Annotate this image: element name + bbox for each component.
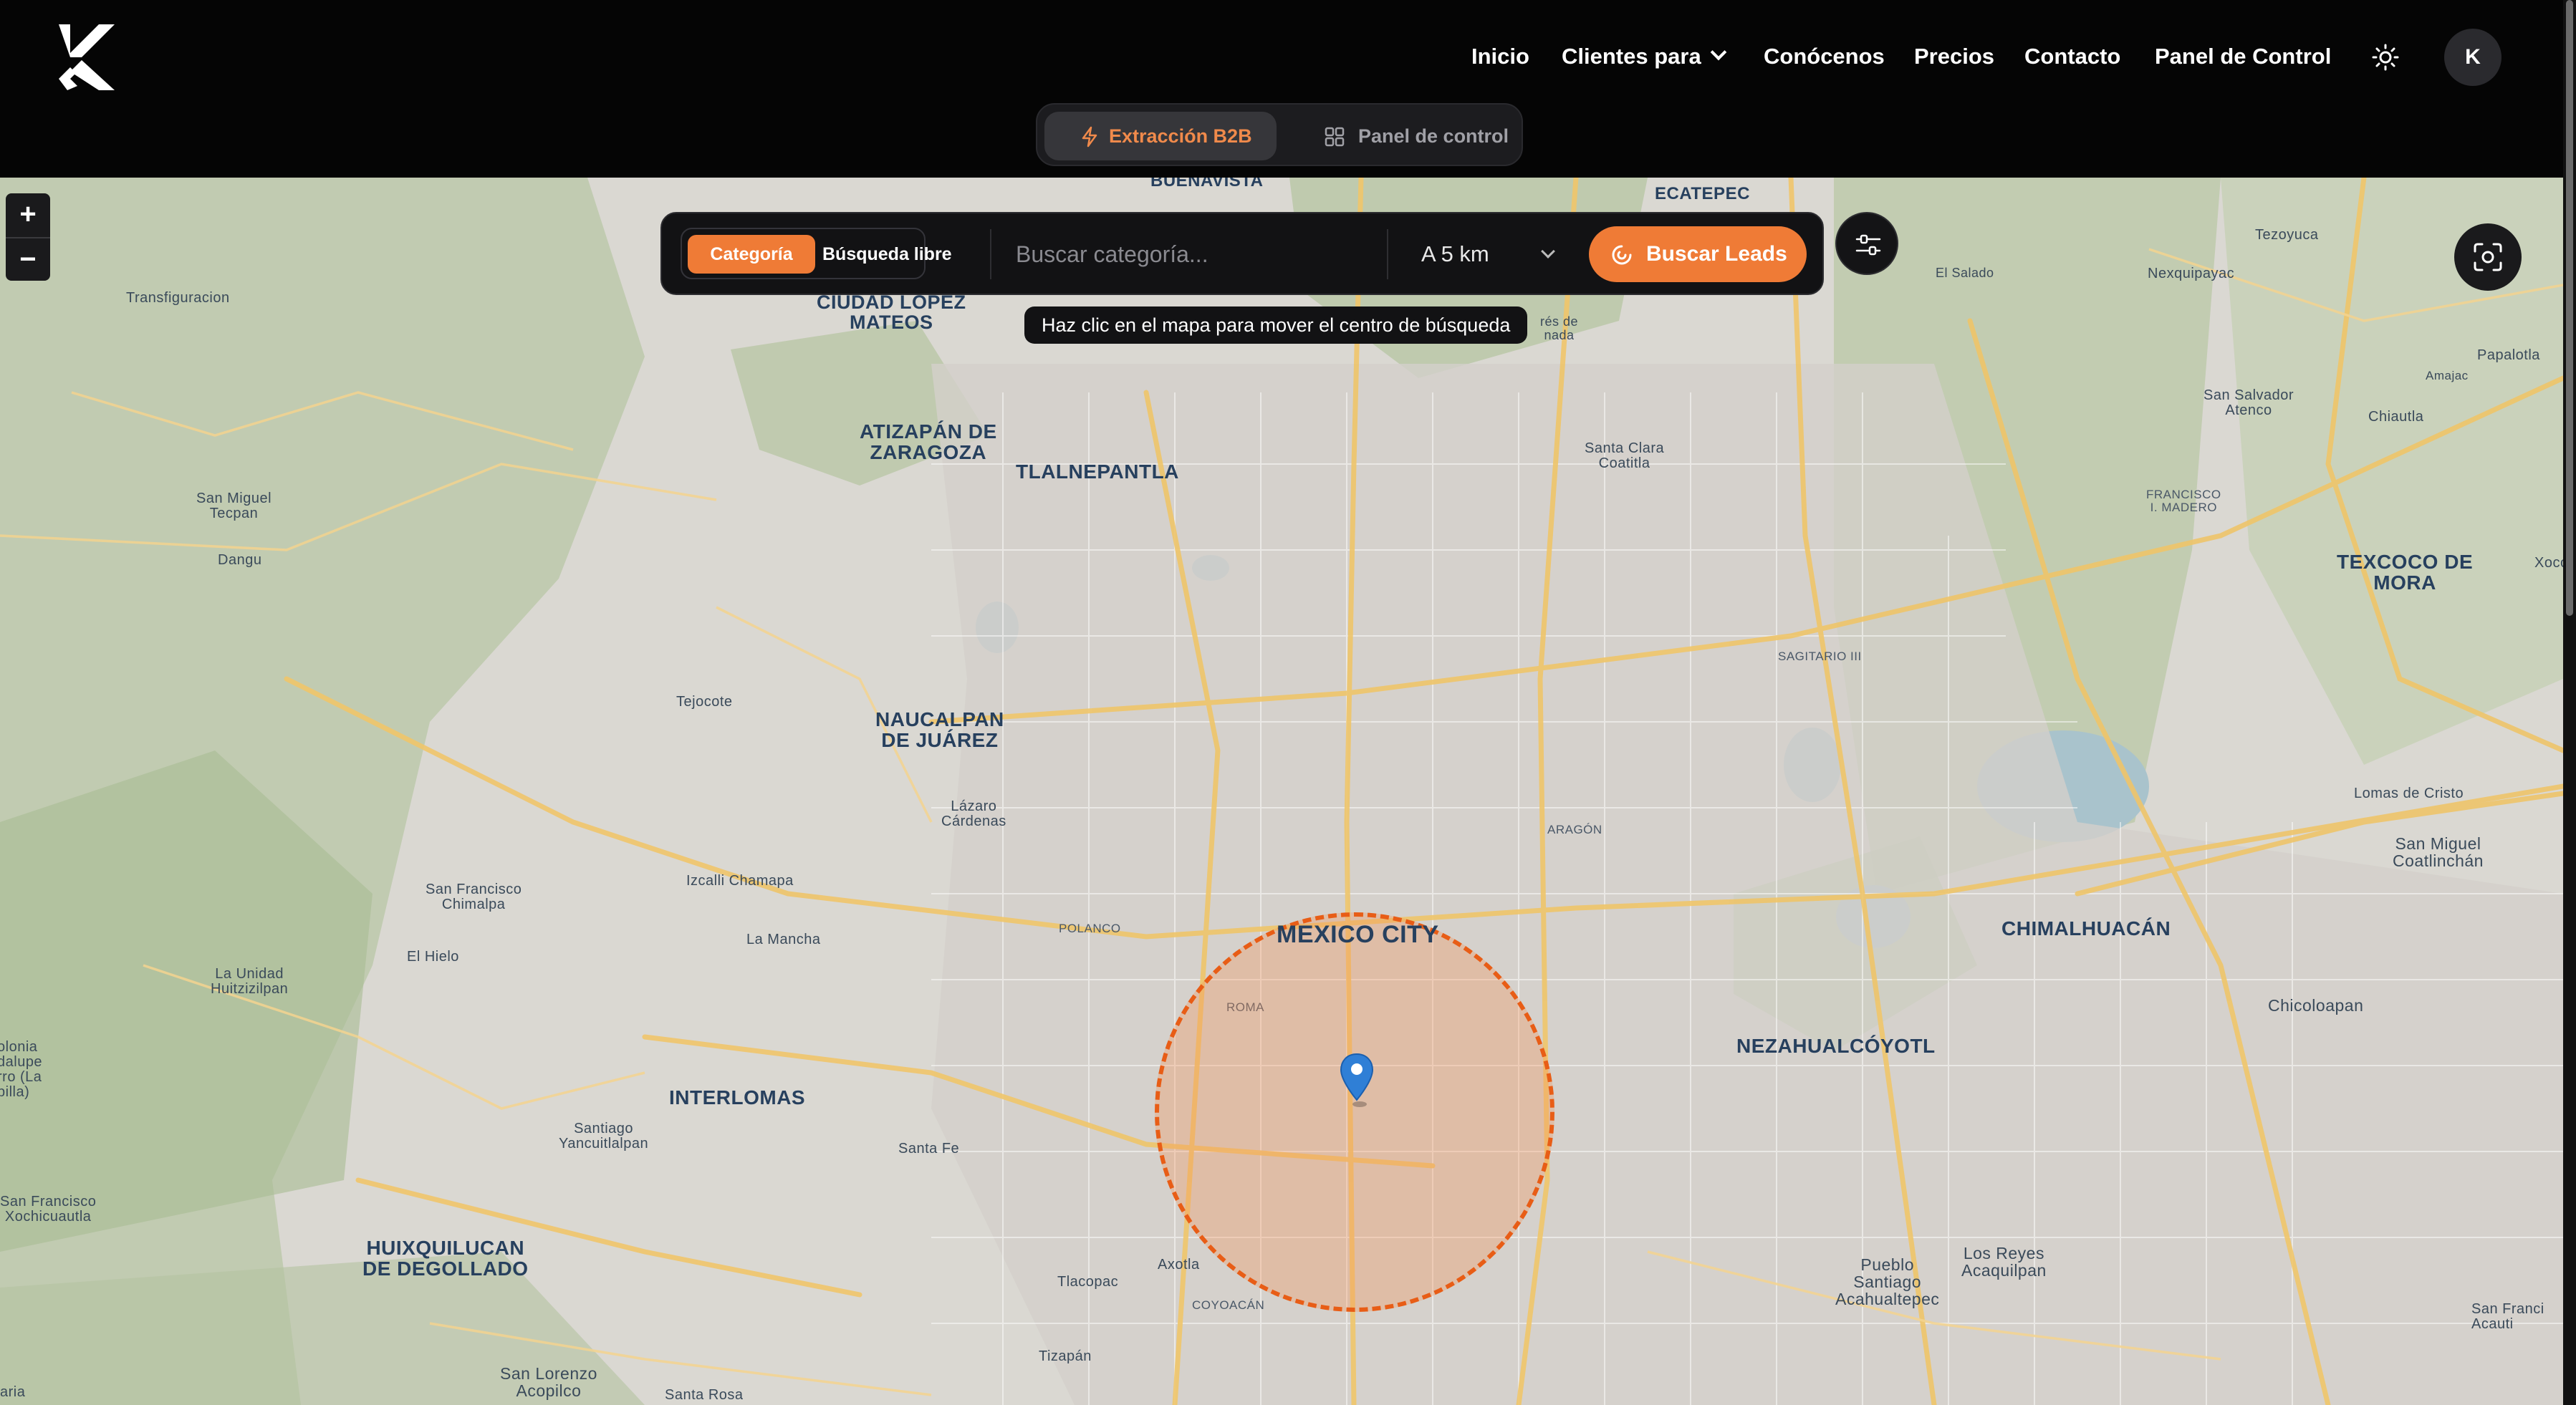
place-label: Tejocote	[676, 694, 733, 710]
place-label: TEXCOCO DE MORA	[2337, 551, 2474, 594]
place-label: ATIZAPÁN DE ZARAGOZA	[860, 420, 997, 464]
place-label: NAUCALPAN DE JUÁREZ	[875, 708, 1004, 752]
mode-switch: Extracción B2B Panel de control	[1036, 103, 1523, 166]
place-label: San Francisco Chimalpa	[426, 882, 522, 912]
place-label: olonia dalupe rro (La pilla)	[0, 1039, 43, 1100]
place-label: Santa Clara Coatitla	[1585, 440, 1665, 471]
radius-select[interactable]: A 5 km	[1421, 233, 1565, 275]
place-label: El Hielo	[407, 949, 459, 965]
place-label: San Miguel Coatlinchán	[2393, 834, 2484, 871]
place-label: San Miguel Tecpan	[196, 491, 272, 521]
place-label: Izcalli Chamapa	[686, 873, 794, 889]
tab-extraccion-label: Extracción B2B	[1109, 125, 1252, 147]
zoom-control: + −	[6, 193, 50, 281]
place-label: Santa Fe	[898, 1141, 960, 1157]
place-label: FRANCISCO I. MADERO	[2146, 488, 2221, 514]
place-label: Santa Rosa	[665, 1387, 744, 1403]
place-label: Papalotla	[2477, 347, 2540, 363]
grid-icon	[1325, 127, 1345, 147]
search-mode-toggle: Categoría Búsqueda libre	[681, 228, 952, 279]
place-label: Xocot	[2534, 555, 2563, 571]
scrollbar-thumb[interactable]	[2566, 0, 2573, 616]
spinner-icon	[1612, 245, 1632, 265]
tab-panel-label: Panel de control	[1358, 125, 1509, 147]
place-label: Lázaro Cárdenas	[941, 798, 1006, 829]
place-label: San Salvador Atenco	[2203, 387, 2294, 418]
sliders-icon	[1855, 234, 1881, 256]
place-label: Dangu	[218, 552, 262, 568]
place-label: Tezoyuca	[2255, 227, 2319, 243]
place-label: BUENAVISTA	[1150, 178, 1264, 190]
place-label: TLALNEPANTLA	[1016, 460, 1179, 483]
place-label: ARAGÓN	[1547, 823, 1602, 836]
place-label: San Franci Acauti	[2471, 1301, 2544, 1332]
place-label: ECATEPEC	[1655, 184, 1750, 203]
search-category-input[interactable]	[1016, 233, 1345, 275]
place-label: Nexquipayac	[2148, 266, 2235, 281]
nav-inicio[interactable]: Inicio	[1471, 39, 1529, 74]
place-label: POLANCO	[1059, 922, 1121, 935]
buscar-leads-button[interactable]: Buscar Leads	[1589, 226, 1807, 282]
place-label: Axotla	[1158, 1257, 1200, 1273]
chevron-down-icon	[1541, 244, 1555, 259]
center-city-label: MEXICO CITY	[1277, 921, 1439, 948]
filters-button[interactable]	[1835, 212, 1898, 275]
radius-value: A 5 km	[1421, 241, 1489, 266]
map-pin-icon[interactable]	[1338, 1053, 1375, 1109]
chevron-down-icon	[1710, 44, 1727, 61]
tab-extraccion-b2b[interactable]: Extracción B2B	[1044, 112, 1277, 160]
place-label: Transfiguracion	[126, 290, 230, 306]
buscar-leads-label: Buscar Leads	[1646, 242, 1787, 266]
search-bar: Categoría Búsqueda libre A 5 km Buscar L…	[660, 212, 1824, 295]
zoom-in-button[interactable]: +	[6, 193, 50, 237]
sun-icon[interactable]	[2371, 43, 2400, 72]
place-label: San Lorenzo Acopilco	[500, 1364, 597, 1401]
place-label: HUIXQUILUCAN DE DEGOLLADO	[362, 1237, 529, 1280]
place-label: La Mancha	[746, 932, 821, 947]
place-label: rés de nada	[1540, 314, 1579, 342]
place-label: Lomas de Cristo	[2354, 786, 2464, 801]
lightning-icon	[1082, 126, 1097, 148]
camera-focus-icon	[2474, 243, 2502, 271]
place-label: Santiago Yancuitlalpan	[559, 1121, 649, 1151]
place-label: CHIMALHUACÁN	[2001, 917, 2171, 940]
map-hint-tooltip: Haz clic en el mapa para mover el centro…	[1024, 306, 1528, 344]
divider	[990, 229, 991, 279]
place-label: El Salado	[1936, 266, 1994, 280]
place-label: SAGITARIO III	[1778, 650, 1862, 663]
place-label: aria	[0, 1384, 26, 1400]
nav-clientes-label: Clientes para	[1562, 44, 1701, 69]
zoom-out-button[interactable]: −	[6, 237, 50, 281]
place-label: La Unidad Huitzizilpan	[211, 966, 289, 997]
place-label: San Francisco Xochicuautla	[0, 1194, 97, 1225]
place-label: NEZAHUALCÓYOTL	[1736, 1035, 1936, 1057]
search-radius-circle	[1155, 912, 1554, 1312]
place-label: Amajac	[2426, 369, 2469, 382]
nav-clientes-dropdown[interactable]: Clientes para	[1562, 39, 1727, 74]
nav-contacto[interactable]: Contacto	[2024, 39, 2120, 74]
user-avatar[interactable]: K	[2444, 29, 2501, 86]
top-header: Inicio Clientes para Conócenos Precios C…	[0, 0, 2563, 178]
place-label: CIUDAD LOPEZ MATEOS	[817, 291, 966, 334]
place-label: Pueblo Santiago Acahualtepec	[1835, 1255, 1940, 1309]
page-scrollbar[interactable]	[2563, 0, 2576, 1405]
place-label: Tlacopac	[1057, 1274, 1119, 1290]
nav-precios[interactable]: Precios	[1914, 39, 1994, 74]
place-label: Chicoloapan	[2268, 996, 2364, 1015]
place-label: Los Reyes Acaquilpan	[1961, 1244, 2047, 1280]
k-logo-icon[interactable]	[56, 21, 120, 92]
place-label: Tizapán	[1039, 1348, 1092, 1364]
place-label: COYOACÁN	[1192, 1298, 1265, 1312]
mode-busqueda-libre-button[interactable]: Búsqueda libre	[822, 235, 952, 274]
place-label: INTERLOMAS	[669, 1086, 806, 1109]
divider	[1387, 229, 1388, 279]
capture-map-button[interactable]	[2454, 223, 2522, 291]
mode-categoria-button[interactable]: Categoría	[688, 235, 815, 274]
nav-conocenos[interactable]: Conócenos	[1764, 39, 1885, 74]
tab-panel-de-control[interactable]: Panel de control	[1302, 112, 1517, 160]
map-canvas[interactable]: BUENAVISTA ECATEPEC Tezoyuca Nexquipayac…	[0, 178, 2563, 1405]
nav-panel-control[interactable]: Panel de Control	[2155, 39, 2331, 74]
place-label: Chiautla	[2368, 409, 2424, 425]
